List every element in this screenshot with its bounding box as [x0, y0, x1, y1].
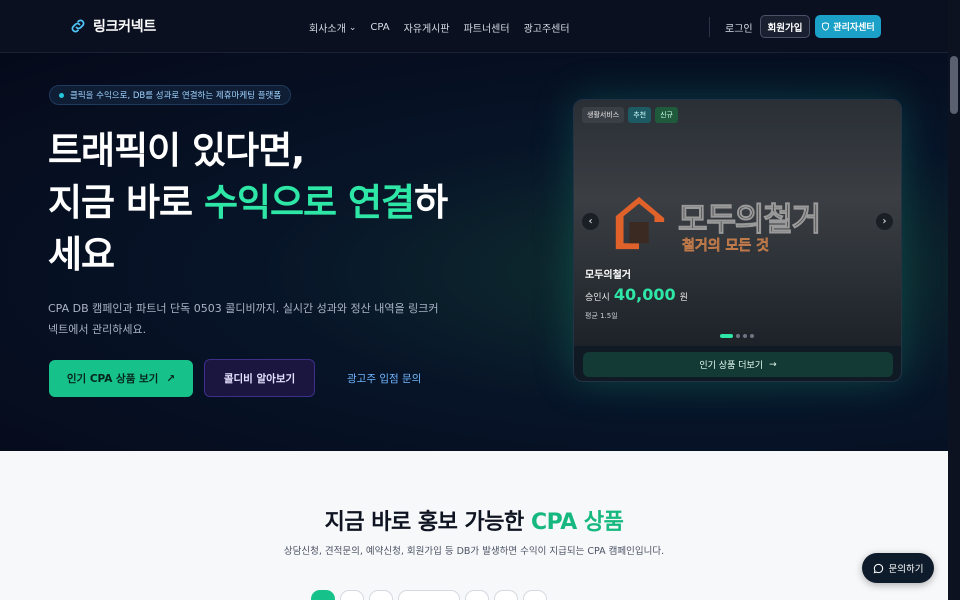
hero-title-line3: 세요	[48, 233, 115, 276]
tagline-pill: 클릭을 수익으로, DB를 성과로 연결하는 제휴마케팅 플랫폼	[49, 85, 292, 105]
tag-new: 신규	[655, 107, 678, 123]
featured-product-card[interactable]: 생활서비스 추천 신규 모두의철거 철거의 모든 것 모두의철거 승인시 40,…	[573, 99, 902, 382]
more-products-label: 인기 상품 더보기	[699, 361, 764, 371]
tag-category: 생활서비스	[582, 107, 625, 123]
carousel-prev-button[interactable]: ‹	[582, 213, 599, 230]
tagline-text: 클릭을 수익으로, DB를 성과로 연결하는 제휴마케팅 플랫폼	[70, 91, 282, 101]
hero-title-accent: 수익으로 연결	[203, 181, 415, 224]
price-value: 40,000	[613, 285, 676, 304]
more-products-button[interactable]: 인기 상품 더보기 →	[583, 352, 893, 377]
hero-title-line2: 지금 바로 수익으로 연결하	[48, 177, 448, 229]
filter-chip[interactable]	[523, 590, 547, 600]
admin-center-label: 관리자센터	[833, 23, 875, 33]
section-subtitle: 상담신청, 견적문의, 예약신청, 회원가입 등 DB가 발생하면 수익이 지급…	[283, 546, 665, 557]
avg-approval-time: 평균 1.5일	[585, 312, 618, 320]
menu-item-cpa[interactable]: CPA	[370, 20, 389, 35]
arrow-right-icon: →	[769, 359, 777, 370]
filter-chip[interactable]	[398, 590, 460, 600]
house-logo-icon	[615, 196, 665, 250]
admin-center-button[interactable]: 관리자센터	[815, 15, 881, 38]
carousel-dot[interactable]	[720, 334, 733, 338]
price-unit: 원	[679, 293, 688, 303]
filter-chip[interactable]	[494, 590, 518, 600]
menu-label: 회사소개	[309, 24, 346, 35]
carousel-dots	[720, 334, 754, 338]
hero-section: 클릭을 수익으로, DB를 성과로 연결하는 제휴마케팅 플랫폼 트래픽이 있다…	[0, 53, 948, 451]
hero-title-line1: 트래픽이 있다면,	[48, 129, 305, 172]
popular-cpa-button[interactable]: 인기 CPA 상품 보기 ↗	[49, 360, 193, 397]
top-nav: 링크커넥트 회사소개 ⌄ CPA 자유게시판 파트너센터 광고주센터 로그인 회원…	[0, 0, 948, 53]
logo-text: 링크커넥트	[93, 19, 156, 35]
carousel-next-button[interactable]: ›	[876, 213, 893, 230]
filter-chip[interactable]	[465, 590, 489, 600]
hero-subtitle: CPA DB 캠페인과 파트너 단독 0503 콜디비까지. 실시간 성과와 정…	[48, 302, 439, 336]
carousel-dot[interactable]	[736, 334, 740, 338]
product-banner-image: 생활서비스 추천 신규 모두의철거 철거의 모든 것 모두의철거 승인시 40,…	[574, 100, 901, 346]
product-title: 모두의철거	[585, 270, 631, 281]
section-title-accent: CPA 상품	[530, 510, 624, 535]
menu-item-board[interactable]: 자유게시판	[404, 20, 450, 35]
section-title: 지금 바로 홍보 가능한 CPA 상품	[0, 504, 948, 536]
menu-item-partner[interactable]: 파트너센터	[464, 20, 510, 35]
link-icon	[71, 19, 85, 33]
brand-slogan: 철거의 모든 것	[682, 238, 770, 255]
filter-chip[interactable]	[340, 590, 364, 600]
section-title-text: 지금 바로 홍보 가능한	[324, 510, 531, 535]
inquiry-chat-label: 문의하기	[888, 564, 924, 575]
cpa-products-section: 지금 바로 홍보 가능한 CPA 상품 상담신청, 견적문의, 예약신청, 회원…	[0, 451, 948, 600]
main-menu: 회사소개 ⌄ CPA 자유게시판 파트너센터 광고주센터	[309, 20, 570, 35]
advertiser-inquiry-link[interactable]: 광고주 입점 문의	[347, 371, 421, 386]
arrow-up-right-icon: ↗	[166, 372, 176, 385]
filter-chip[interactable]	[311, 590, 335, 600]
category-filters	[311, 590, 547, 600]
chat-bubble-icon	[873, 563, 883, 573]
scrollbar-thumb[interactable]	[950, 56, 958, 114]
shield-icon	[822, 22, 830, 31]
hero-title-text: 하	[414, 181, 448, 224]
call-db-button[interactable]: 콜디비 알아보기	[204, 359, 315, 397]
price-row: 승인시 40,000 원	[585, 285, 688, 304]
nav-divider	[709, 17, 710, 37]
logo[interactable]: 링크커넥트	[69, 16, 156, 36]
inquiry-chat-button[interactable]: 문의하기	[862, 553, 934, 583]
signup-button[interactable]: 회원가입	[760, 15, 810, 38]
brand-name: 모두의철거	[677, 200, 821, 239]
hero-title-text: 지금 바로	[48, 181, 204, 224]
tag-recommend: 추천	[628, 107, 652, 123]
menu-item-company[interactable]: 회사소개 ⌄	[309, 20, 357, 36]
carousel-dot[interactable]	[750, 334, 754, 338]
price-label: 승인시	[585, 293, 610, 303]
login-link[interactable]: 로그인	[725, 20, 753, 35]
hero-title: 트래픽이 있다면, 지금 바로 수익으로 연결하 세요	[48, 125, 448, 281]
menu-item-advertiser[interactable]: 광고주센터	[524, 20, 570, 35]
popular-cpa-label: 인기 CPA 상품 보기	[66, 373, 159, 385]
chevron-down-icon: ⌄	[348, 22, 357, 33]
filter-chip[interactable]	[369, 590, 393, 600]
product-tags: 생활서비스 추천 신규	[582, 107, 678, 123]
carousel-dot[interactable]	[743, 334, 747, 338]
dot-icon	[59, 92, 64, 98]
